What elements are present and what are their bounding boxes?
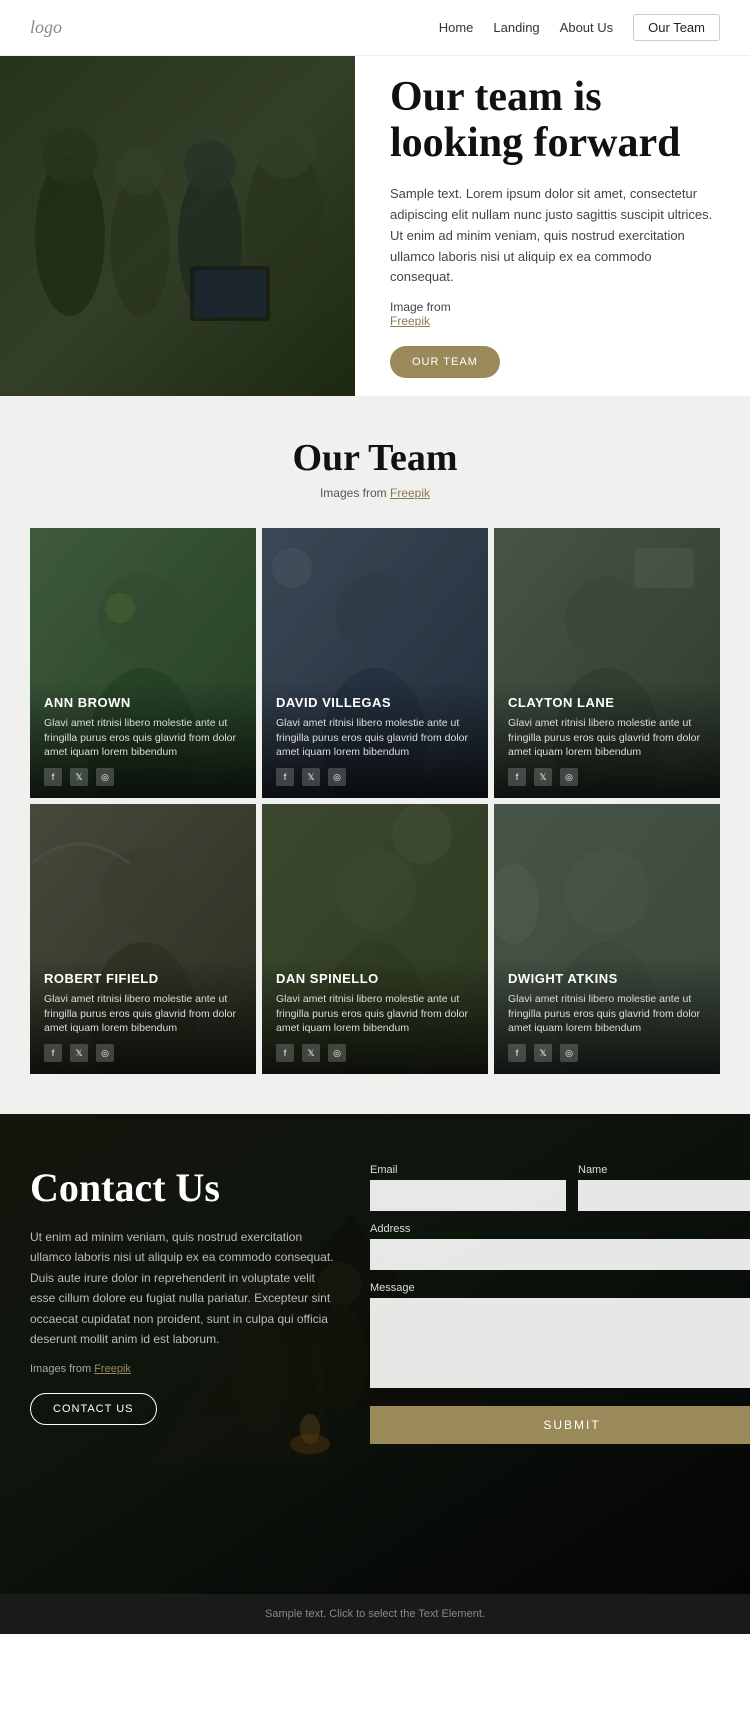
instagram-icon-4[interactable]: ◎ xyxy=(96,1044,114,1062)
form-row-email-name: Email Name xyxy=(370,1164,750,1211)
instagram-icon-3[interactable]: ◎ xyxy=(560,768,578,786)
email-label: Email xyxy=(370,1164,566,1176)
team-social-icons-5: f 𝕏 ◎ xyxy=(276,1044,474,1062)
team-social-icons-6: f 𝕏 ◎ xyxy=(508,1044,706,1062)
contact-section: Contact Us Ut enim ad minim veniam, quis… xyxy=(0,1114,750,1594)
hero-image xyxy=(0,56,355,396)
contact-title: Contact Us xyxy=(30,1164,340,1211)
team-card-6: DWIGHT ATKINS Glavi amet ritnisi libero … xyxy=(494,804,720,1074)
form-group-name: Name xyxy=(578,1164,750,1211)
team-member-name-2: DAVID VILLEGAS xyxy=(276,695,474,710)
nav-link-about[interactable]: About Us xyxy=(560,20,613,35)
team-card-1: ANN BROWN Glavi amet ritnisi libero mole… xyxy=(30,528,256,798)
email-input[interactable] xyxy=(370,1180,566,1211)
message-label: Message xyxy=(370,1282,750,1294)
instagram-icon-1[interactable]: ◎ xyxy=(96,768,114,786)
team-member-name-1: ANN BROWN xyxy=(44,695,242,710)
team-social-icons-2: f 𝕏 ◎ xyxy=(276,768,474,786)
facebook-icon-2[interactable]: f xyxy=(276,768,294,786)
facebook-icon-4[interactable]: f xyxy=(44,1044,62,1062)
hero-description: Sample text. Lorem ipsum dolor sit amet,… xyxy=(390,184,715,288)
contact-cta-button[interactable]: CONTACT US xyxy=(30,1393,157,1425)
twitter-icon-1[interactable]: 𝕏 xyxy=(70,768,88,786)
contact-form: Email Name Address Message SUBMIT xyxy=(370,1164,750,1544)
hero-title: Our team is looking forward xyxy=(390,74,715,166)
facebook-icon-6[interactable]: f xyxy=(508,1044,526,1062)
team-member-name-4: ROBERT FIFIELD xyxy=(44,971,242,986)
team-section-subtitle: Images from Freepik xyxy=(30,486,720,500)
form-group-message: Message xyxy=(370,1282,750,1388)
address-input[interactable] xyxy=(370,1239,750,1270)
facebook-icon-5[interactable]: f xyxy=(276,1044,294,1062)
form-group-email: Email xyxy=(370,1164,566,1211)
team-member-desc-3: Glavi amet ritnisi libero molestie ante … xyxy=(508,716,706,760)
form-group-address: Address xyxy=(370,1223,750,1270)
team-social-icons-4: f 𝕏 ◎ xyxy=(44,1044,242,1062)
team-card-2: DAVID VILLEGAS Glavi amet ritnisi libero… xyxy=(262,528,488,798)
instagram-icon-6[interactable]: ◎ xyxy=(560,1044,578,1062)
contact-freepik-link[interactable]: Freepik xyxy=(94,1363,131,1375)
message-textarea[interactable] xyxy=(370,1298,750,1388)
twitter-icon-6[interactable]: 𝕏 xyxy=(534,1044,552,1062)
team-card-overlay-4: ROBERT FIFIELD Glavi amet ritnisi libero… xyxy=(30,957,256,1074)
team-member-desc-6: Glavi amet ritnisi libero molestie ante … xyxy=(508,992,706,1036)
twitter-icon-3[interactable]: 𝕏 xyxy=(534,768,552,786)
hero-section: Our team is looking forward Sample text.… xyxy=(0,56,750,396)
hero-image-inner xyxy=(0,56,355,396)
team-member-name-6: DWIGHT ATKINS xyxy=(508,971,706,986)
team-member-desc-4: Glavi amet ritnisi libero molestie ante … xyxy=(44,992,242,1036)
instagram-icon-5[interactable]: ◎ xyxy=(328,1044,346,1062)
team-card-overlay-2: DAVID VILLEGAS Glavi amet ritnisi libero… xyxy=(262,681,488,798)
name-input[interactable] xyxy=(578,1180,750,1211)
team-member-name-5: DAN SPINELLO xyxy=(276,971,474,986)
nav-links: Home Landing About Us Our Team xyxy=(439,14,720,41)
team-card-overlay-1: ANN BROWN Glavi amet ritnisi libero mole… xyxy=(30,681,256,798)
hero-content: Our team is looking forward Sample text.… xyxy=(355,56,750,396)
team-card-overlay-3: CLAYTON LANE Glavi amet ritnisi libero m… xyxy=(494,681,720,798)
hero-freepik-link[interactable]: Freepik xyxy=(390,314,430,328)
facebook-icon-3[interactable]: f xyxy=(508,768,526,786)
hero-image-credit: Image from Freepik xyxy=(390,300,715,328)
instagram-icon-2[interactable]: ◎ xyxy=(328,768,346,786)
team-section-title: Our Team xyxy=(30,436,720,480)
navigation: logo Home Landing About Us Our Team xyxy=(0,0,750,56)
team-member-desc-5: Glavi amet ritnisi libero molestie ante … xyxy=(276,992,474,1036)
submit-button[interactable]: SUBMIT xyxy=(370,1406,750,1444)
contact-description: Ut enim ad minim veniam, quis nostrud ex… xyxy=(30,1227,340,1349)
team-member-desc-2: Glavi amet ritnisi libero molestie ante … xyxy=(276,716,474,760)
contact-left: Contact Us Ut enim ad minim veniam, quis… xyxy=(30,1164,340,1544)
team-card-4: ROBERT FIFIELD Glavi amet ritnisi libero… xyxy=(30,804,256,1074)
team-card-overlay-5: DAN SPINELLO Glavi amet ritnisi libero m… xyxy=(262,957,488,1074)
team-social-icons-3: f 𝕏 ◎ xyxy=(508,768,706,786)
team-social-icons-1: f 𝕏 ◎ xyxy=(44,768,242,786)
name-label: Name xyxy=(578,1164,750,1176)
team-card-5: DAN SPINELLO Glavi amet ritnisi libero m… xyxy=(262,804,488,1074)
team-card-3: CLAYTON LANE Glavi amet ritnisi libero m… xyxy=(494,528,720,798)
nav-link-ourteam[interactable]: Our Team xyxy=(633,14,720,41)
hero-cta-button[interactable]: OUR TEAM xyxy=(390,346,500,378)
team-member-desc-1: Glavi amet ritnisi libero molestie ante … xyxy=(44,716,242,760)
facebook-icon-1[interactable]: f xyxy=(44,768,62,786)
nav-link-landing[interactable]: Landing xyxy=(493,20,539,35)
team-freepik-link[interactable]: Freepik xyxy=(390,486,430,500)
nav-logo: logo xyxy=(30,17,62,38)
team-section: Our Team Images from Freepik xyxy=(0,396,750,1114)
team-card-overlay-6: DWIGHT ATKINS Glavi amet ritnisi libero … xyxy=(494,957,720,1074)
address-label: Address xyxy=(370,1223,750,1235)
twitter-icon-2[interactable]: 𝕏 xyxy=(302,768,320,786)
twitter-icon-4[interactable]: 𝕏 xyxy=(70,1044,88,1062)
twitter-icon-5[interactable]: 𝕏 xyxy=(302,1044,320,1062)
team-member-name-3: CLAYTON LANE xyxy=(508,695,706,710)
footer-text: Sample text. Click to select the Text El… xyxy=(30,1608,720,1620)
team-grid: ANN BROWN Glavi amet ritnisi libero mole… xyxy=(30,528,720,1074)
footer: Sample text. Click to select the Text El… xyxy=(0,1594,750,1634)
nav-link-home[interactable]: Home xyxy=(439,20,474,35)
contact-image-credit: Images from Freepik xyxy=(30,1363,340,1375)
